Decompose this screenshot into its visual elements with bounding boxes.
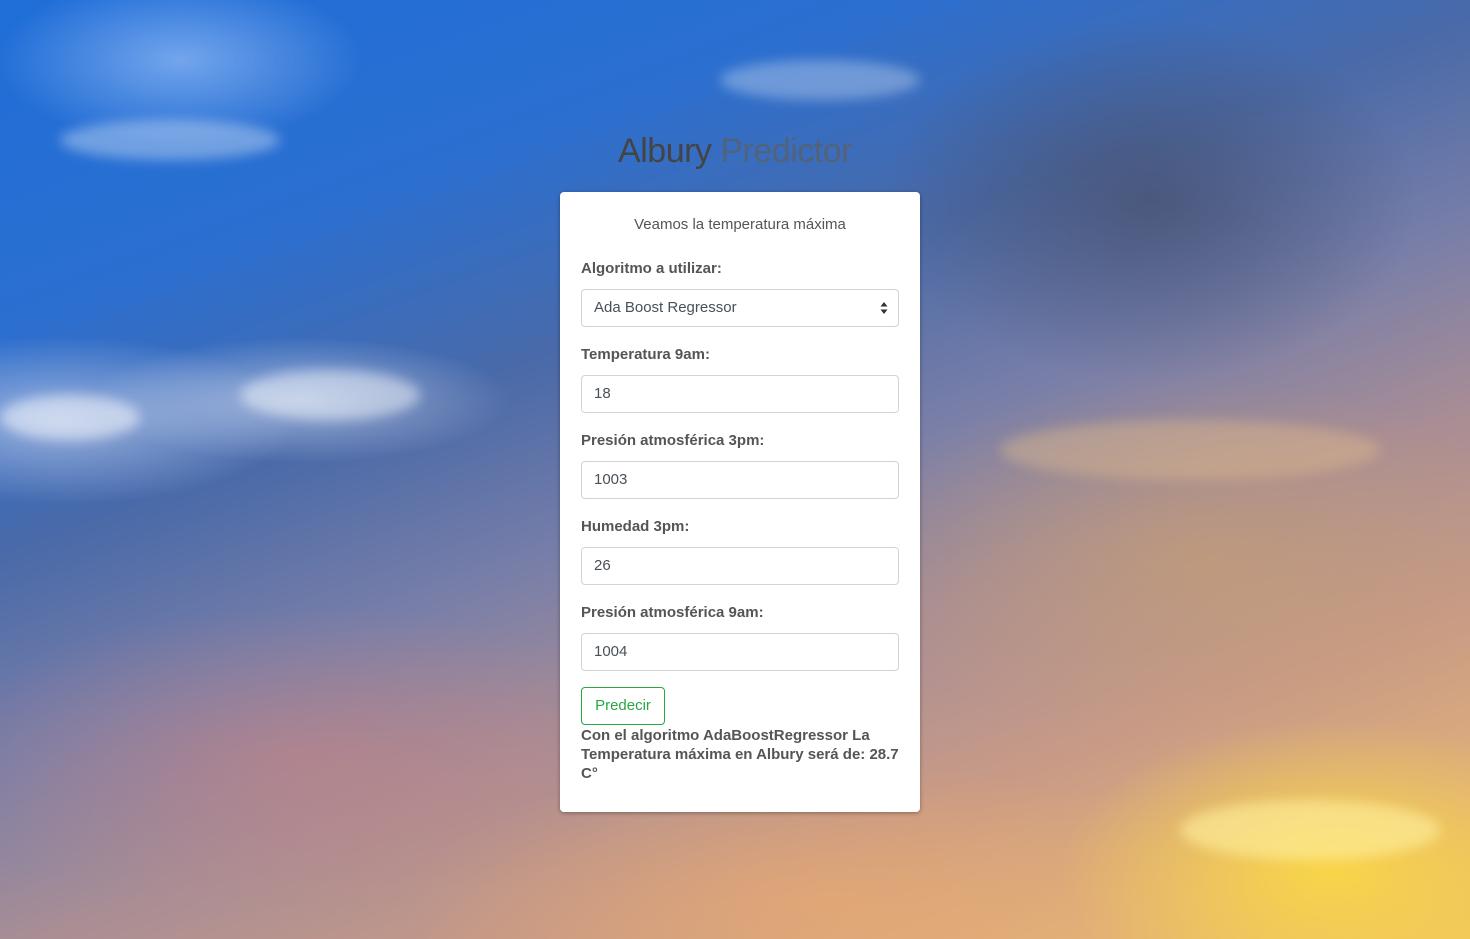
prediction-form-card: Veamos la temperatura máxima Algoritmo a…: [560, 192, 920, 812]
pressure3pm-input[interactable]: 1003: [581, 461, 899, 499]
chevron-up-down-icon: [880, 302, 888, 314]
algorithm-label: Algoritmo a utilizar:: [581, 260, 722, 277]
page-title: Albury Predictor: [0, 132, 1470, 171]
cloud-decoration: [1000, 420, 1380, 480]
cloud-decoration: [720, 60, 920, 100]
pressure9am-label: Presión atmosférica 9am:: [581, 604, 764, 621]
predict-button[interactable]: Predecir: [581, 687, 665, 725]
prediction-result: Con el algoritmo AdaBoostRegressor La Te…: [581, 727, 899, 782]
pressure3pm-label: Presión atmosférica 3pm:: [581, 432, 765, 449]
page-title-part1: Albury: [618, 132, 712, 170]
page-title-part2: Predictor: [720, 132, 852, 170]
humidity3pm-input[interactable]: 26: [581, 547, 899, 585]
algorithm-select-value: Ada Boost Regressor: [594, 299, 737, 316]
cloud-decoration: [1180, 800, 1440, 860]
temp9am-label: Temperatura 9am:: [581, 346, 710, 363]
humidity3pm-label: Humedad 3pm:: [581, 518, 690, 535]
form-subtitle: Veamos la temperatura máxima: [634, 216, 846, 233]
pressure9am-input[interactable]: 1004: [581, 633, 899, 671]
temp9am-input[interactable]: 18: [581, 375, 899, 413]
cloud-decoration: [0, 395, 140, 440]
cloud-decoration: [240, 370, 420, 420]
algorithm-select[interactable]: Ada Boost Regressor: [581, 289, 899, 327]
